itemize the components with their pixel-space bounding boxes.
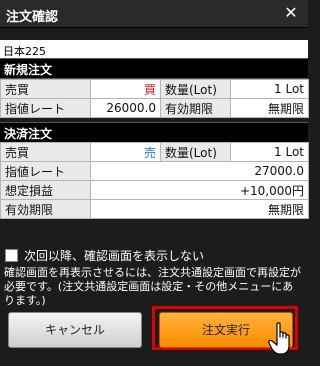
expiry-label: 有効期限	[160, 98, 231, 118]
new-order-header: 新規注文	[0, 58, 308, 79]
limit-rate-label: 指値レート	[0, 98, 91, 118]
close-icon[interactable]: ✕	[282, 4, 300, 22]
lot-value: 1 Lot	[230, 142, 309, 162]
cancel-button[interactable]: キャンセル	[8, 312, 142, 348]
settlement-title: 決済注文	[4, 127, 53, 141]
expiry-value: 無期限	[90, 199, 309, 219]
new-order-table: 売買 買 数量(Lot) 1 Lot 指値レート 26000.0 有効期限 無期…	[0, 79, 309, 118]
settlement-table: 売買 売 数量(Lot) 1 Lot 指値レート 27000.0 想定損益 +1…	[0, 142, 309, 219]
table-row: 有効期限 無期限	[0, 199, 309, 219]
title-bar: 注文確認 ✕	[0, 0, 308, 28]
lot-label: 数量(Lot)	[160, 79, 231, 99]
redisplay-note: 確認画面を再表示させるには、注文共通設定画面で再設定が必要です。(注文共通設定画…	[4, 266, 301, 307]
expected-pl-value: +10,000円	[90, 180, 309, 200]
side-label: 売買	[0, 79, 91, 99]
expiry-value: 無期限	[230, 98, 309, 118]
side-label: 売買	[0, 142, 91, 162]
lot-label: 数量(Lot)	[160, 142, 231, 162]
table-row: 指値レート 27000.0	[0, 161, 309, 181]
new-order-title: 新規注文	[4, 63, 53, 77]
table-row: 売買 売 数量(Lot) 1 Lot	[0, 142, 309, 162]
limit-rate-value: 27000.0	[90, 161, 309, 181]
table-row: 売買 買 数量(Lot) 1 Lot	[0, 79, 309, 99]
hand-pointer-icon	[268, 322, 290, 355]
table-row: 想定損益 +10,000円	[0, 180, 309, 200]
dont-show-again-row[interactable]: 次回以降、確認画面を表示しない	[0, 243, 308, 265]
expected-pl-label: 想定損益	[0, 180, 91, 200]
limit-rate-value: 26000.0	[90, 98, 161, 118]
settlement-header: 決済注文	[0, 122, 308, 143]
instrument-name: 日本225	[3, 45, 46, 58]
expiry-label: 有効期限	[0, 199, 91, 219]
dont-show-again-checkbox[interactable]	[5, 249, 18, 262]
window-title: 注文確認	[6, 10, 59, 25]
side-value-buy: 買	[90, 79, 161, 99]
lot-value: 1 Lot	[230, 79, 309, 99]
side-value-sell: 売	[90, 142, 161, 162]
table-row: 指値レート 26000.0 有効期限 無期限	[0, 98, 309, 118]
limit-rate-label: 指値レート	[0, 161, 91, 181]
dont-show-again-label: 次回以降、確認画面を表示しない	[24, 249, 205, 263]
instrument-bar: 日本225	[0, 40, 308, 58]
